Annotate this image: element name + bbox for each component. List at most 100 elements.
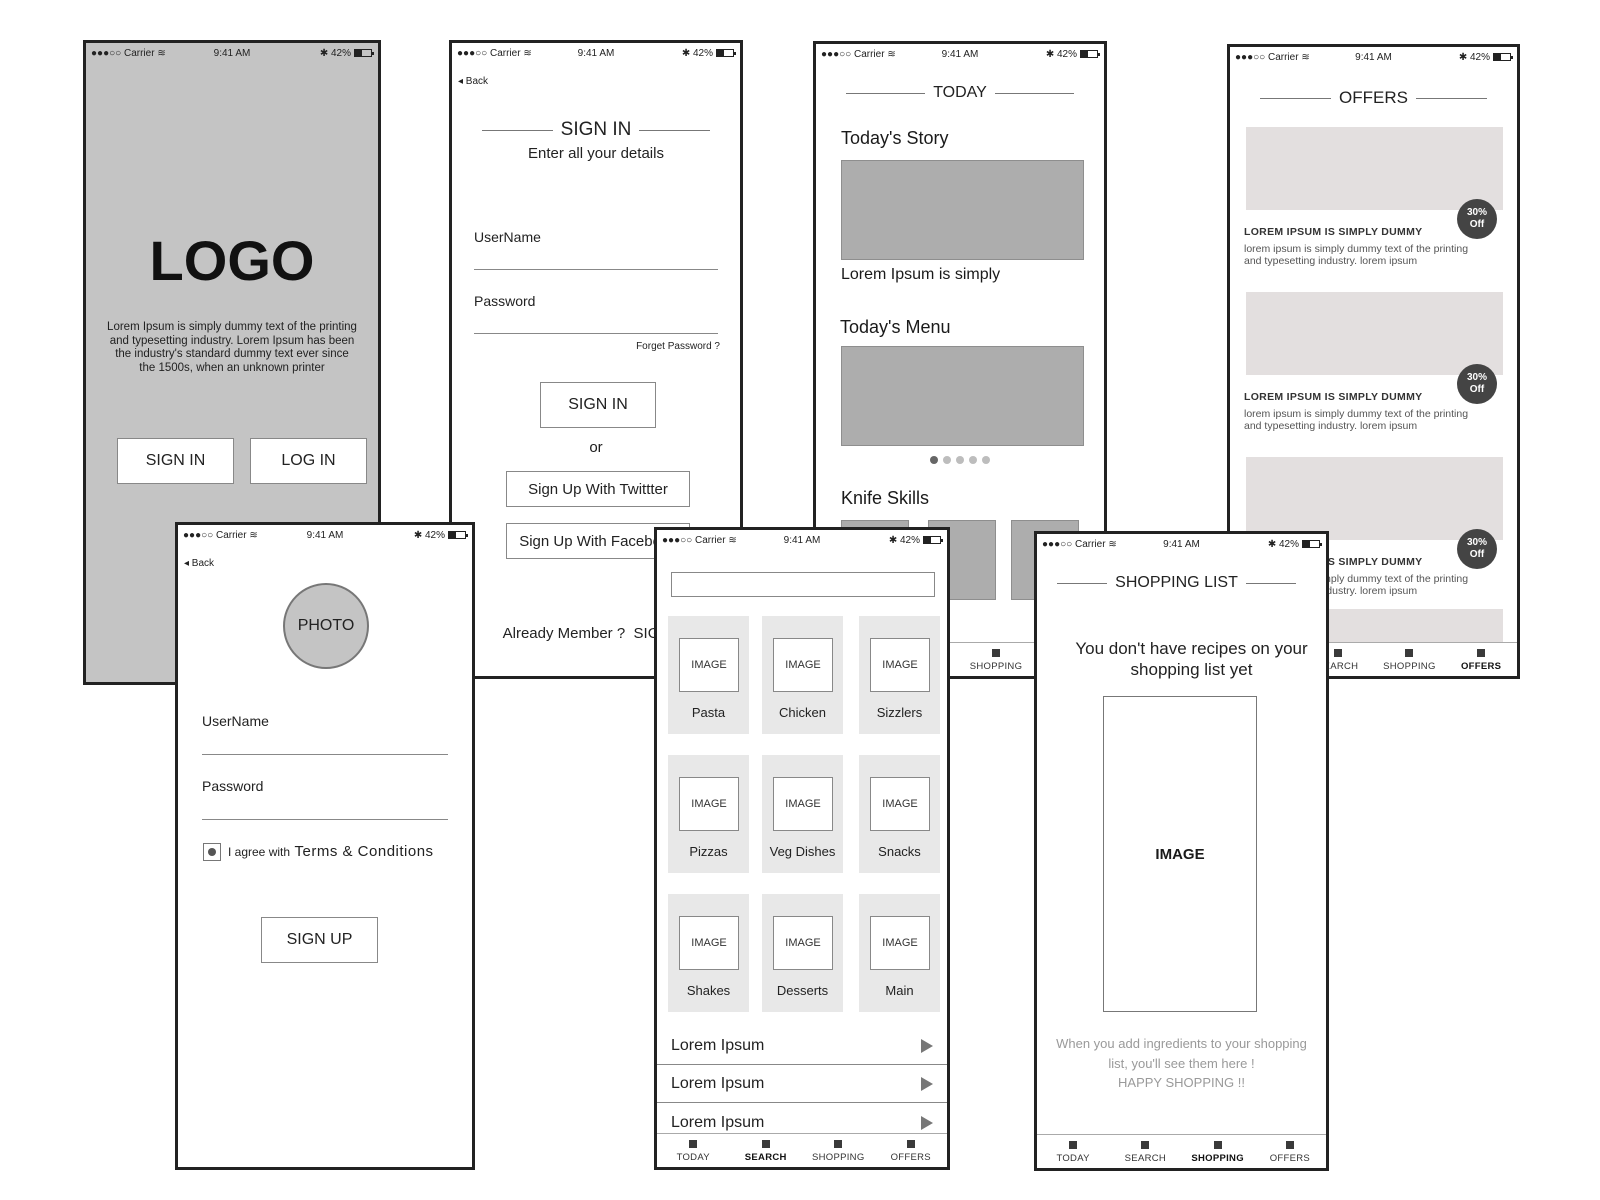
carousel-dot[interactable] <box>930 456 938 464</box>
sign-up-button[interactable]: SIGN UP <box>261 917 378 963</box>
category-tile[interactable]: IMAGE Desserts <box>762 894 843 1012</box>
category-label: Veg Dishes <box>769 844 836 859</box>
category-label: Chicken <box>779 705 826 720</box>
list-item-label: Lorem Ipsum <box>671 1075 765 1092</box>
offer-image[interactable] <box>1246 457 1503 540</box>
status-right: ✱ 42% <box>682 48 736 59</box>
story-heading: Today's Story <box>841 128 949 148</box>
username-input[interactable] <box>474 269 718 270</box>
today-tab-icon <box>689 1140 698 1148</box>
status-bar: ●●●○○ Carrier ≋ 9:41 AM ✱ 42% <box>178 525 472 547</box>
shopping-title: SHOPPING LIST <box>1057 574 1297 592</box>
chevron-right-icon <box>921 1115 933 1130</box>
bluetooth-icon: ✱ <box>413 530 423 541</box>
bluetooth-icon: ✱ <box>319 48 329 59</box>
category-label: Main <box>885 983 914 998</box>
story-caption: Lorem Ipsum is simply <box>841 266 1001 283</box>
tab-offers[interactable]: OFFERS <box>1445 643 1517 676</box>
forgot-password-link[interactable]: Forget Password ? <box>636 341 720 352</box>
log-in-button[interactable]: LOG IN <box>250 438 367 484</box>
category-image: IMAGE <box>773 638 833 692</box>
tab-search[interactable]: SEARCH <box>730 1134 803 1167</box>
knife-heading: Knife Skills <box>841 488 930 508</box>
category-image: IMAGE <box>870 916 930 970</box>
search-tab-icon <box>1333 649 1342 657</box>
terms-link[interactable]: Terms & Conditions <box>295 843 434 860</box>
image-label: IMAGE <box>1155 845 1205 863</box>
category-label: Shakes <box>686 983 731 998</box>
tab-bar: TODAY SEARCH SHOPPING OFFERS <box>1037 1134 1326 1168</box>
carousel-dot[interactable] <box>943 456 951 464</box>
category-tile[interactable]: IMAGE Chicken <box>762 616 843 734</box>
sign-in-title: SIGN IN <box>482 119 711 141</box>
back-button[interactable]: ◂ Back <box>184 558 214 569</box>
category-tile[interactable]: IMAGE Sizzlers <box>859 616 940 734</box>
category-label: Pizzas <box>689 844 728 859</box>
category-label: Desserts <box>776 983 829 998</box>
password-input[interactable] <box>202 819 448 820</box>
tab-shopping[interactable]: SHOPPING <box>802 1134 875 1167</box>
sign-in-button[interactable]: SIGN IN <box>117 438 234 484</box>
category-tile[interactable]: IMAGE Veg Dishes <box>762 755 843 873</box>
bluetooth-icon: ✱ <box>1045 49 1055 60</box>
offer-title: LOREM IPSUM IS SIMPLY DUMMY <box>1244 391 1423 403</box>
offer-description: lorem ipsum is simply dummy text of the … <box>1244 408 1469 432</box>
offers-tab-icon <box>1285 1141 1294 1149</box>
photo-upload[interactable]: PHOTO <box>283 583 369 669</box>
battery-icon <box>354 49 374 57</box>
list-item[interactable]: Lorem Ipsum <box>657 1066 947 1103</box>
divider <box>482 129 553 131</box>
category-tile[interactable]: IMAGE Pizzas <box>668 755 749 873</box>
status-right: ✱ 42% <box>413 530 468 541</box>
tab-today[interactable]: TODAY <box>1037 1135 1109 1168</box>
battery-icon <box>923 536 943 544</box>
tab-shopping[interactable]: SHOPPING <box>1182 1135 1254 1168</box>
category-tile[interactable]: IMAGE Snacks <box>859 755 940 873</box>
agree-checkbox[interactable] <box>203 843 221 861</box>
category-tile[interactable]: IMAGE Main <box>859 894 940 1012</box>
category-tile[interactable]: IMAGE Shakes <box>668 894 749 1012</box>
battery-icon <box>716 49 736 57</box>
password-label: Password <box>474 293 536 309</box>
back-button[interactable]: ◂ Back <box>458 76 488 87</box>
tab-shopping[interactable]: SHOPPING <box>960 643 1032 676</box>
offer-image[interactable] <box>1246 292 1503 375</box>
category-image: IMAGE <box>679 777 739 831</box>
search-tab-icon <box>761 1140 770 1148</box>
username-label: UserName <box>474 229 541 245</box>
tab-search[interactable]: SEARCH <box>1109 1135 1181 1168</box>
list-item[interactable]: Lorem Ipsum <box>657 1028 947 1065</box>
chevron-right-icon <box>921 1077 933 1091</box>
sign-in-submit-button[interactable]: SIGN IN <box>540 382 656 428</box>
offer-image[interactable] <box>1246 127 1503 210</box>
status-right: ✱ 42% <box>1045 49 1100 60</box>
already-member-text: Already Member ? <box>502 625 626 642</box>
carousel-dot[interactable] <box>982 456 990 464</box>
status-bar: ●●●○○ Carrier ≋ 9:41 AM ✱ 42% <box>816 44 1104 66</box>
category-image: IMAGE <box>870 777 930 831</box>
category-tile[interactable]: IMAGE Pasta <box>668 616 749 734</box>
story-image[interactable] <box>841 160 1084 260</box>
shopping-tab-icon <box>1405 649 1414 657</box>
discount-badge: 30% Off <box>1457 364 1497 404</box>
page-title: SHOPPING LIST <box>1115 574 1238 591</box>
carousel-dots[interactable] <box>930 456 990 464</box>
username-input[interactable] <box>202 754 448 755</box>
today-title: TODAY <box>846 84 1075 102</box>
status-right: ✱ 42% <box>1268 539 1322 550</box>
menu-image[interactable] <box>841 346 1084 446</box>
empty-hint: When you add ingredients to your shoppin… <box>1047 1034 1316 1093</box>
twitter-signup-button[interactable]: Sign Up With Twittter <box>506 471 690 507</box>
tab-offers[interactable]: OFFERS <box>875 1134 948 1167</box>
menu-heading: Today's Menu <box>840 317 951 337</box>
hint-footer: HAPPY SHOPPING !! <box>1118 1075 1245 1090</box>
password-input[interactable] <box>474 333 718 334</box>
category-label: Pasta <box>691 705 726 720</box>
tab-shopping[interactable]: SHOPPING <box>1374 643 1446 676</box>
tab-today[interactable]: TODAY <box>657 1134 730 1167</box>
category-image: IMAGE <box>679 916 739 970</box>
search-input[interactable] <box>671 572 935 597</box>
tab-offers[interactable]: OFFERS <box>1254 1135 1326 1168</box>
carousel-dot[interactable] <box>956 456 964 464</box>
carousel-dot[interactable] <box>969 456 977 464</box>
